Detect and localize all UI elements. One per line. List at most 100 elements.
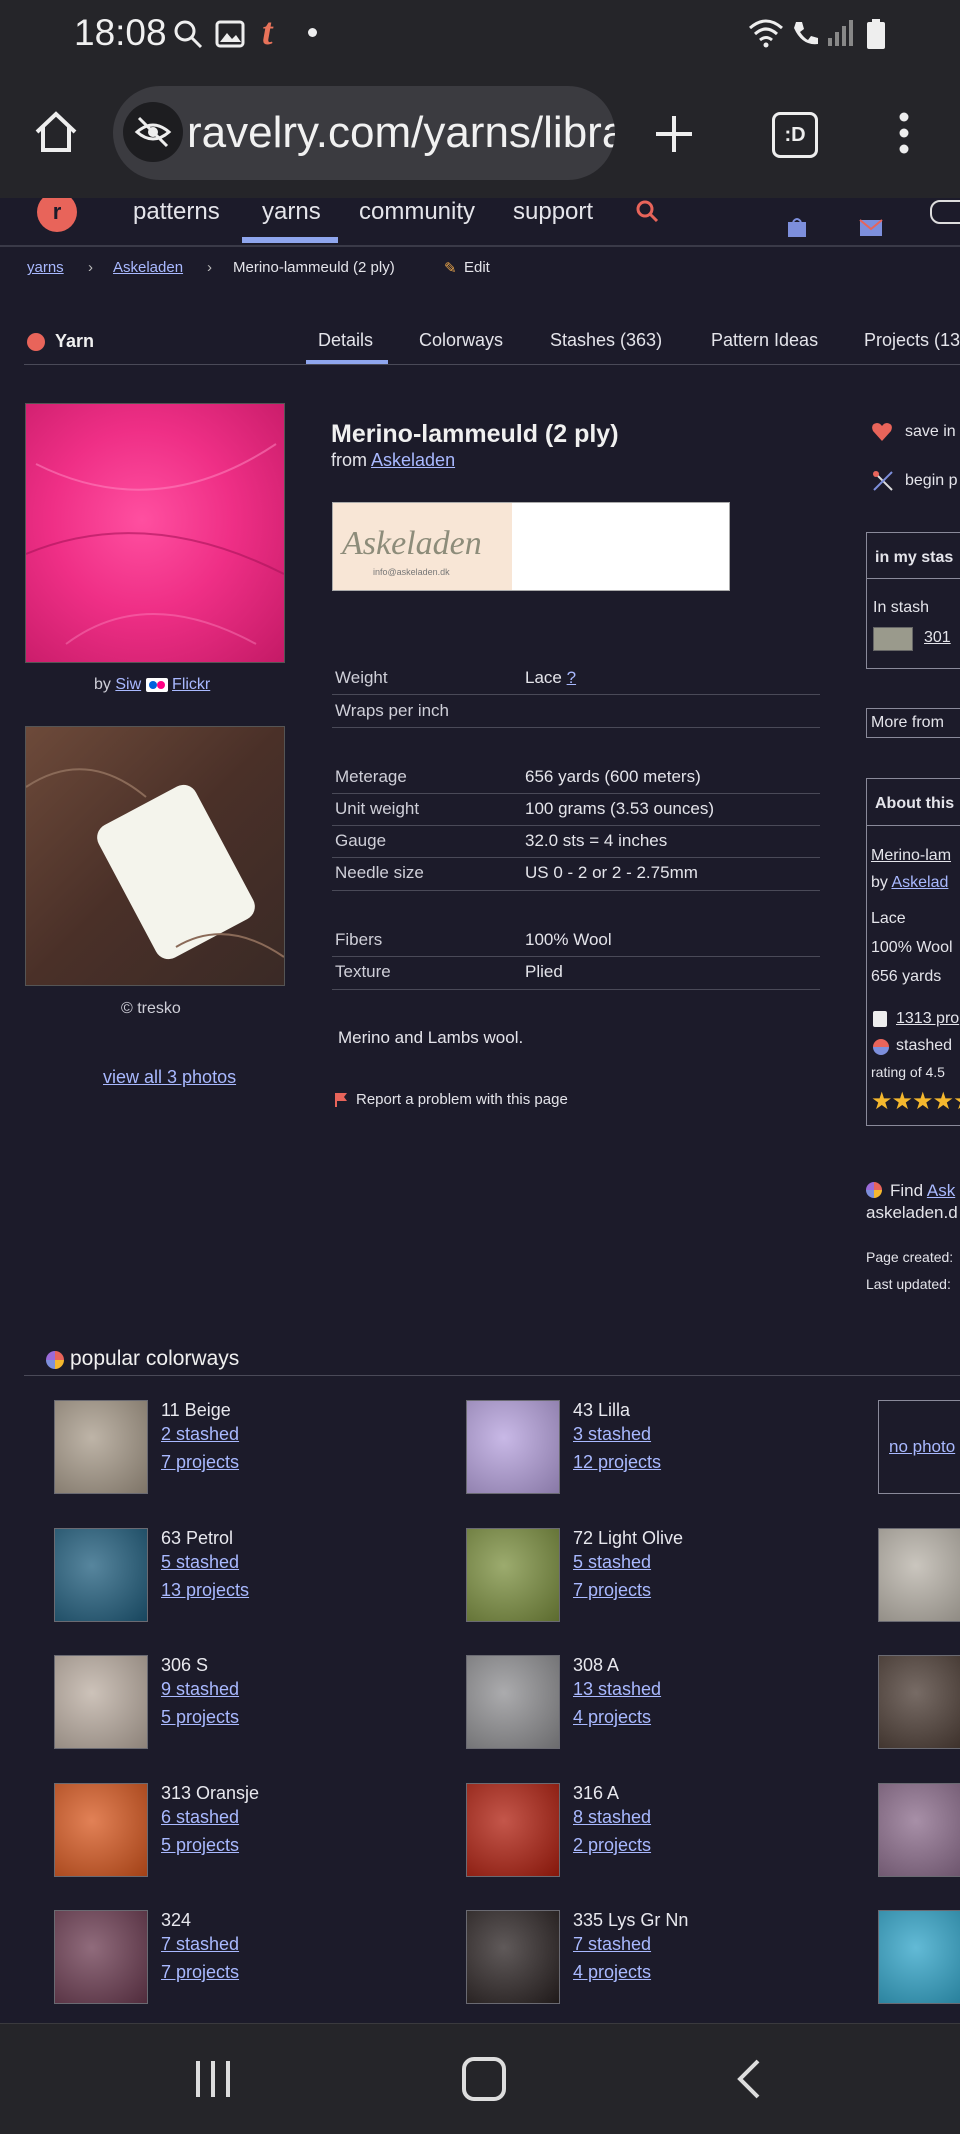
about-stashed: stashed [896, 1037, 953, 1054]
about-projects-link[interactable]: 1313 pro [896, 1010, 959, 1028]
colorway-stashed-link[interactable]: 6 stashed [161, 1807, 239, 1828]
needle-size-label: Needle size [335, 863, 424, 882]
tab-stashes[interactable]: Stashes (363) [550, 330, 662, 351]
brand-logo: Askeladen info@askeladen.dk [333, 503, 512, 590]
chat-icon[interactable] [930, 200, 960, 224]
colorway-projects-link[interactable]: 2 projects [573, 1835, 651, 1856]
colorway-projects-link[interactable]: 7 projects [161, 1452, 239, 1473]
yarn-photo-pink[interactable] [25, 403, 285, 663]
colorway-projects-link[interactable]: 7 projects [573, 1580, 651, 1601]
logo-email: info@askeladen.dk [373, 567, 450, 577]
colorway-thumb[interactable] [54, 1783, 148, 1877]
tab-projects[interactable]: Projects (13 [864, 330, 960, 351]
search-icon[interactable] [634, 198, 660, 224]
about-yarn-link[interactable]: Merino-lam [871, 847, 951, 865]
colorway-projects-link[interactable]: 7 projects [161, 1962, 239, 1983]
colorway-thumb[interactable] [878, 1910, 960, 2004]
flag-icon [335, 1093, 347, 1107]
colorway-thumb[interactable] [54, 1655, 148, 1749]
save-in-button[interactable]: save in [905, 423, 956, 441]
colorway-name: 11 Beige [161, 1400, 231, 1420]
tab-switcher-button[interactable]: :D [772, 112, 818, 158]
colorway-thumb[interactable] [466, 1783, 560, 1877]
colorway-stashed-link[interactable]: 8 stashed [573, 1807, 651, 1828]
colorway-stashed-link[interactable]: 7 stashed [161, 1934, 239, 1955]
colorway-thumb[interactable] [878, 1655, 960, 1749]
credit-flickr-link[interactable]: Flickr [172, 676, 210, 693]
colorway-thumb[interactable] [878, 1783, 960, 1877]
in-stash-label: In stash [873, 599, 930, 616]
weight-help-link[interactable]: ? [567, 668, 576, 687]
breadcrumb-current: Merino-lammeuld (2 ply) [233, 259, 395, 276]
tab-pattern-ideas[interactable]: Pattern Ideas [711, 330, 818, 351]
find-site: askeladen.d [866, 1203, 958, 1222]
new-tab-icon[interactable] [652, 112, 696, 156]
divider [332, 890, 820, 891]
colorway-thumb[interactable] [466, 1400, 560, 1494]
colorway-projects-link[interactable]: 4 projects [573, 1707, 651, 1728]
find-brand-link[interactable]: Ask [927, 1181, 955, 1200]
status-bar: 18:08 t [0, 0, 960, 68]
brand-link[interactable]: Askeladen [371, 450, 455, 470]
breadcrumb-yarns[interactable]: yarns [27, 259, 64, 276]
colorways-icon [46, 1351, 64, 1369]
colorway-thumb[interactable] [466, 1528, 560, 1622]
nav-yarns[interactable]: yarns [262, 198, 321, 226]
ravelry-logo[interactable]: r [37, 198, 77, 232]
colorway-thumb[interactable] [878, 1528, 960, 1622]
recent-apps-icon[interactable] [194, 2059, 232, 2099]
pencil-icon: ✎ [444, 260, 457, 277]
colorway-stashed-link[interactable]: 9 stashed [161, 1679, 239, 1700]
more-menu-icon[interactable] [892, 110, 916, 156]
heart-icon[interactable] [871, 422, 893, 442]
weight-value: Lace ? [525, 668, 576, 688]
colorway-projects-link[interactable]: 12 projects [573, 1452, 661, 1473]
no-photo-tile[interactable]: no photo [878, 1400, 960, 1494]
about-brand-link[interactable]: Askelad [891, 874, 948, 891]
home-button-icon[interactable] [462, 2057, 506, 2101]
nav-community[interactable]: community [359, 198, 475, 226]
stash-entry-link[interactable]: 301 [924, 629, 951, 647]
system-nav-bar [0, 2023, 960, 2134]
brand-logo-banner[interactable]: Askeladen info@askeladen.dk [332, 502, 730, 591]
tab-colorways[interactable]: Colorways [419, 330, 503, 351]
view-all-photos-link[interactable]: view all 3 photos [103, 1067, 236, 1088]
credit-user-link[interactable]: Siw [115, 676, 141, 693]
colorway-projects-link[interactable]: 5 projects [161, 1835, 239, 1856]
colorway-stashed-link[interactable]: 2 stashed [161, 1424, 239, 1445]
colorway-stashed-link[interactable]: 5 stashed [573, 1552, 651, 1573]
back-icon[interactable] [736, 2059, 762, 2099]
breadcrumb-brand[interactable]: Askeladen [113, 259, 183, 276]
colorway-thumb[interactable] [54, 1400, 148, 1494]
no-photo-link[interactable]: no photo [889, 1437, 955, 1457]
tab-details[interactable]: Details [318, 330, 373, 351]
more-from-button[interactable]: More from [866, 708, 960, 738]
colorway-thumb[interactable] [466, 1910, 560, 2004]
stash-thumb[interactable] [873, 627, 913, 651]
yarn-photo-brown[interactable] [25, 726, 285, 986]
url-text[interactable]: ravelry.com/yarns/libra [187, 108, 615, 158]
colorway-stashed-link[interactable]: 3 stashed [573, 1424, 651, 1445]
colorway-name: 324 [161, 1910, 192, 1930]
colorway-stashed-link[interactable]: 7 stashed [573, 1934, 651, 1955]
nav-patterns[interactable]: patterns [133, 198, 220, 226]
begin-project-button[interactable]: begin p [905, 472, 958, 490]
colorway-stashed-link[interactable]: 13 stashed [573, 1679, 661, 1700]
home-icon[interactable] [32, 108, 80, 156]
shopping-bag-icon[interactable] [786, 216, 808, 238]
mail-icon[interactable] [858, 214, 884, 238]
colorway-stashed-link[interactable]: 5 stashed [161, 1552, 239, 1573]
colorway-projects-link[interactable]: 5 projects [161, 1707, 239, 1728]
nav-support[interactable]: support [513, 198, 593, 226]
edit-link[interactable]: Edit [464, 259, 490, 276]
colorway-projects-link[interactable]: 4 projects [573, 1962, 651, 1983]
report-problem-link[interactable]: Report a problem with this page [356, 1091, 568, 1108]
colorway-thumb[interactable] [54, 1910, 148, 2004]
colorway-thumb[interactable] [466, 1655, 560, 1749]
colorway-projects-link[interactable]: 13 projects [161, 1580, 249, 1601]
address-bar[interactable]: ravelry.com/yarns/libra [113, 86, 615, 180]
needles-icon[interactable] [872, 470, 894, 492]
colorway-thumb[interactable] [54, 1528, 148, 1622]
privacy-eye-icon[interactable] [123, 102, 183, 162]
yarn-from: from Askeladen [331, 450, 455, 471]
